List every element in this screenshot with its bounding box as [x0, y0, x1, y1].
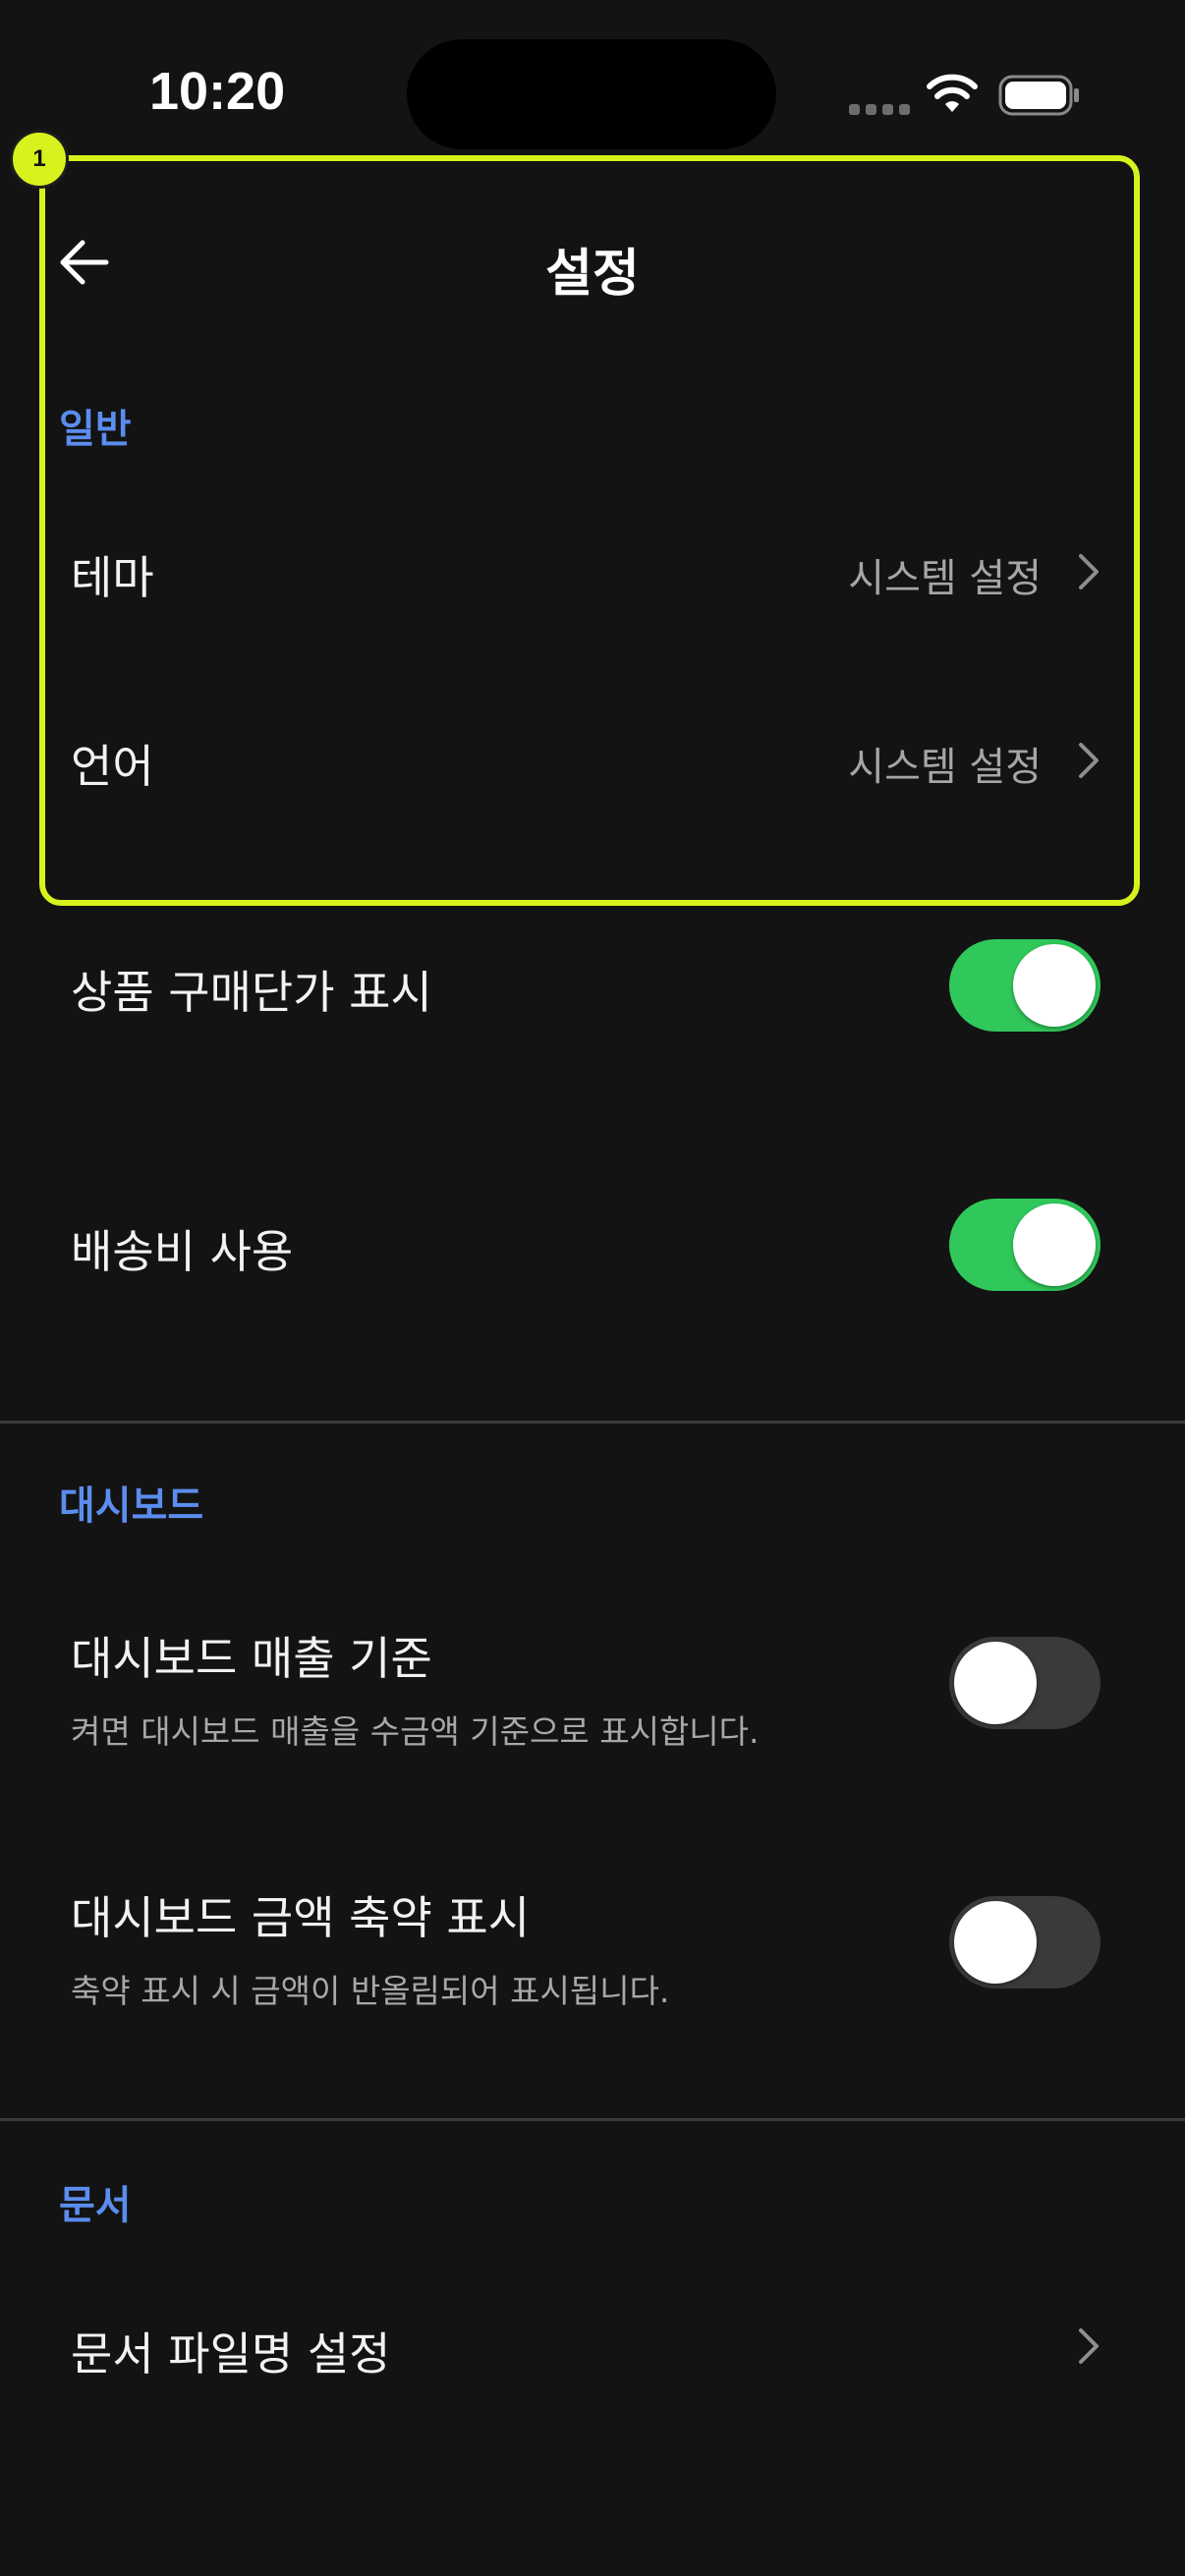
dashboard-abbreviate-toggle[interactable] [949, 1896, 1100, 1988]
battery-icon [998, 75, 1079, 116]
settings-screen: 10:20 1 설정 일반 테마 시스템 설정 언어 시스템 설정 상품 구매단 [0, 0, 1185, 2576]
chevron-right-icon [1079, 2328, 1099, 2364]
dashboard-sales-basis-description: 켜면 대시보드 매출을 수금액 기준으로 표시합니다. [71, 1712, 760, 1751]
toggle-knob [954, 1642, 1037, 1724]
section-label-documents: 문서 [59, 2183, 132, 2228]
toggle-knob [1013, 944, 1096, 1027]
dashboard-abbreviate-label: 대시보드 금액 축약 표시 [71, 1891, 531, 1944]
section-label-general: 일반 [59, 407, 132, 452]
shipping-fee-toggle[interactable] [949, 1199, 1100, 1291]
document-filename-label: 문서 파일명 설정 [71, 2327, 391, 2380]
page-title: 설정 [545, 245, 640, 304]
theme-value: 시스템 설정 [848, 556, 1042, 601]
wifi-icon [927, 74, 978, 112]
language-value: 시스템 설정 [848, 745, 1042, 790]
theme-label: 테마 [71, 551, 154, 604]
cellular-signal-icon [849, 104, 910, 115]
chevron-right-icon [1079, 554, 1099, 589]
dashboard-sales-basis-toggle[interactable] [949, 1637, 1100, 1729]
purchase-price-label: 상품 구매단가 표시 [71, 966, 432, 1019]
toggle-knob [1013, 1204, 1096, 1286]
dashboard-abbreviate-description: 축약 표시 시 금액이 반올림되어 표시됩니다. [71, 1972, 670, 2010]
shipping-fee-label: 배송비 사용 [71, 1225, 294, 1278]
toggle-knob [954, 1901, 1037, 1984]
section-divider [0, 1421, 1185, 1424]
language-label: 언어 [71, 740, 154, 793]
dashboard-sales-basis-label: 대시보드 매출 기준 [71, 1632, 432, 1685]
status-time: 10:20 [149, 62, 286, 121]
annotation-badge: 1 [10, 130, 69, 189]
dynamic-island [407, 39, 776, 149]
section-divider [0, 2118, 1185, 2121]
chevron-right-icon [1079, 743, 1099, 778]
section-label-dashboard: 대시보드 [59, 1484, 204, 1529]
purchase-price-toggle[interactable] [949, 939, 1100, 1032]
